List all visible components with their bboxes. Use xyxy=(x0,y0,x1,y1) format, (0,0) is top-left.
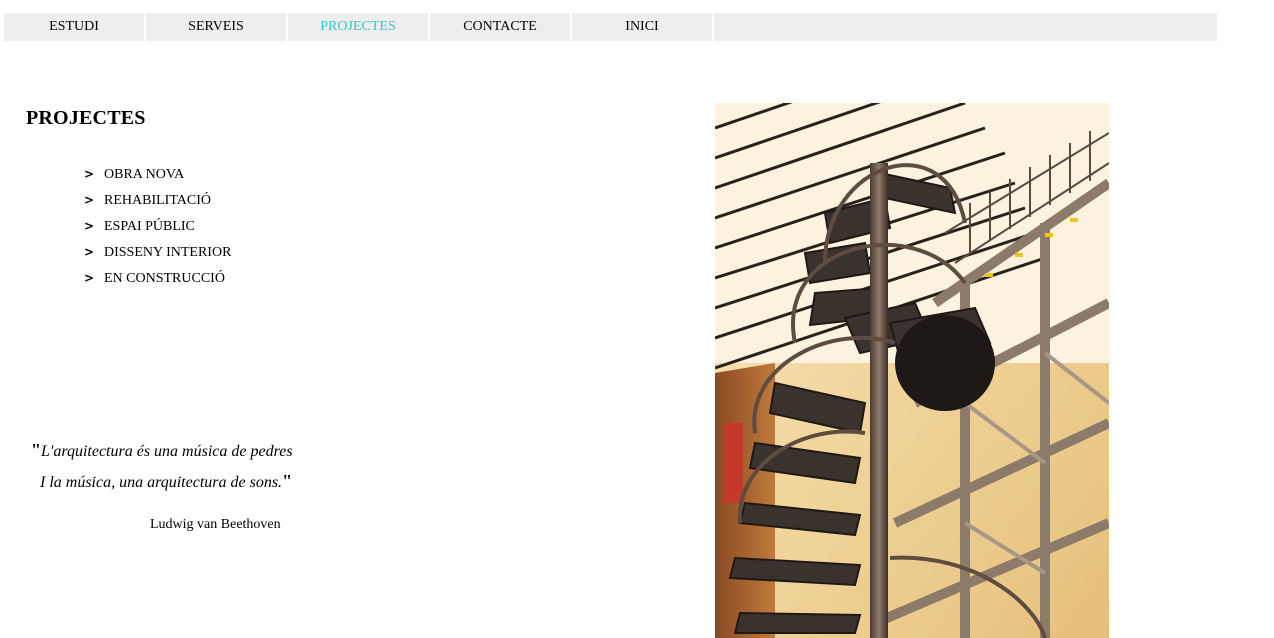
spiral-staircase-photo xyxy=(715,103,1109,638)
nav-divider xyxy=(712,13,714,41)
quote-author: Ludwig van Beethoven xyxy=(150,517,281,532)
category-label: OBRA NOVA xyxy=(104,167,185,182)
quote-text-1: L'arquitectura és una música de pedres xyxy=(41,443,293,460)
category-link-disseny-interior[interactable]: > DISSENY INTERIOR xyxy=(84,241,231,267)
project-category-list: > OBRA NOVA > REHABILITACIÓ > ESPAI PÚBLIC … xyxy=(84,163,231,293)
category-label: ESPAI PÚBLIC xyxy=(104,219,195,234)
nav-item-contacte[interactable]: CONTACTE xyxy=(430,13,570,41)
main-nav: ESTUDI SERVEIS PROJECTES CONTACTE INICI xyxy=(4,13,1217,41)
open-quote-mark: " xyxy=(31,440,41,460)
page-title: PROJECTES xyxy=(26,107,146,129)
close-quote-mark: " xyxy=(282,471,293,491)
category-label: REHABILITACIÓ xyxy=(104,193,211,208)
quote-line-1: "L'arquitectura és una música de pedres xyxy=(31,440,293,461)
arrow-icon: > xyxy=(84,245,95,259)
arrow-icon: > xyxy=(84,193,95,207)
nav-item-estudi[interactable]: ESTUDI xyxy=(4,13,144,41)
arrow-icon: > xyxy=(84,219,95,233)
category-label: EN CONSTRUCCIÓ xyxy=(104,271,225,286)
quote-text-2: I la música, una arquitectura de sons. xyxy=(40,474,283,491)
quote-line-2: I la música, una arquitectura de sons." xyxy=(40,471,292,492)
category-link-espai-public[interactable]: > ESPAI PÚBLIC xyxy=(84,215,231,241)
nav-item-serveis[interactable]: SERVEIS xyxy=(146,13,286,41)
arrow-icon: > xyxy=(84,167,95,181)
category-link-rehabilitacio[interactable]: > REHABILITACIÓ xyxy=(84,189,231,215)
nav-item-projectes[interactable]: PROJECTES xyxy=(288,13,428,41)
staircase-illustration xyxy=(715,103,1109,638)
category-link-obra-nova[interactable]: > OBRA NOVA xyxy=(84,163,231,189)
category-link-en-construccio[interactable]: > EN CONSTRUCCIÓ xyxy=(84,267,231,293)
nav-item-inici[interactable]: INICI xyxy=(572,13,712,41)
arrow-icon: > xyxy=(84,271,95,285)
category-label: DISSENY INTERIOR xyxy=(104,245,232,260)
